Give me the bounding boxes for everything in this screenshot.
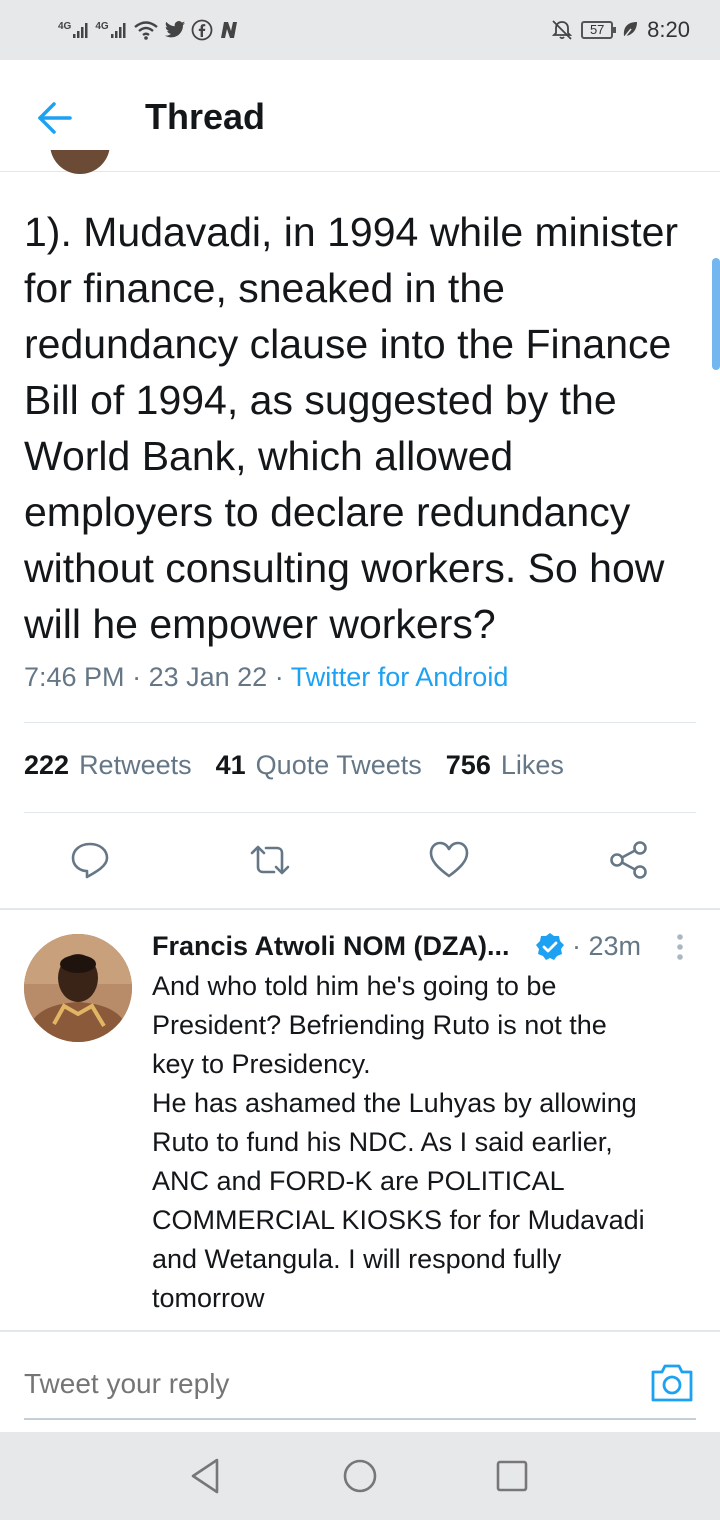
avatar-photo <box>24 934 132 1042</box>
battery-level: 57 <box>589 22 605 37</box>
meta-separator-2: · <box>274 662 284 692</box>
reply-text: And who told him he's going to be Presid… <box>152 967 702 1318</box>
status-bar: 4G 4G 57 8:20 <box>0 0 720 60</box>
reply-text-line: tomorrow <box>152 1283 265 1313</box>
reply-text-line: And who told him he's going to be <box>152 971 557 1001</box>
divider <box>24 722 696 723</box>
tweet-stats: 222 Retweets 41 Quote Tweets 756 Likes <box>24 750 564 781</box>
verified-badge-icon <box>536 933 564 960</box>
network-type-label-2: 4G <box>95 21 109 32</box>
section-divider <box>0 908 720 910</box>
nav-home-button[interactable] <box>338 1454 382 1498</box>
reply-input[interactable] <box>24 1362 624 1406</box>
retweet-button[interactable] <box>240 830 300 890</box>
reply-text-line: He has ashamed the Luhyas by allowing <box>152 1088 637 1118</box>
tweet-date: 23 Jan 22 <box>148 662 268 692</box>
reply-button[interactable] <box>60 830 120 890</box>
battery-icon: 57 <box>581 21 617 39</box>
likes-stat[interactable]: 756 Likes <box>446 750 564 781</box>
reply-text-line: COMMERCIAL KIOSKS for for Mudavadi <box>152 1205 645 1235</box>
retweets-label: Retweets <box>79 750 192 780</box>
share-icon <box>610 841 647 879</box>
back-button[interactable] <box>32 96 80 140</box>
more-vertical-icon <box>677 934 683 960</box>
clock: 8:20 <box>647 17 690 42</box>
reply-text-line: President? Befriending Ruto is not the <box>152 1010 607 1040</box>
retweet-icon <box>250 845 290 875</box>
n-app-icon <box>220 22 237 38</box>
likes-count: 756 <box>445 750 491 780</box>
reply-text-line: Ruto to fund his NDC. As I said earlier, <box>152 1127 613 1157</box>
meta-separator: · <box>132 662 142 692</box>
quote-tweets-count: 41 <box>215 750 246 780</box>
quote-tweets-stat[interactable]: 41 Quote Tweets <box>216 750 422 781</box>
reply-text-line: and Wetangula. I will respond fully <box>152 1244 562 1274</box>
wifi-icon <box>133 21 158 40</box>
nav-back-icon <box>191 1458 219 1494</box>
retweets-stat[interactable]: 222 Retweets <box>24 750 192 781</box>
nav-home-icon <box>343 1459 377 1493</box>
reply-more-button[interactable] <box>668 932 692 962</box>
signal-strength-icon: 4G <box>58 21 90 39</box>
tweet-time: 7:46 PM <box>24 662 125 692</box>
status-left-icons: 4G 4G <box>58 16 240 44</box>
tweet-metadata: 7:46 PM · 23 Jan 22 · Twitter for Androi… <box>24 662 508 693</box>
composer-underline <box>24 1418 696 1420</box>
reply-author-avatar[interactable] <box>24 934 132 1042</box>
mute-icon <box>551 20 573 40</box>
facebook-icon <box>191 19 213 41</box>
page-title: Thread <box>145 96 266 137</box>
nav-back-button[interactable] <box>183 1454 227 1498</box>
status-right-icons: 57 8:20 <box>551 14 690 46</box>
divider <box>24 812 696 813</box>
system-nav-bar <box>0 1432 720 1520</box>
composer-divider <box>0 1330 720 1332</box>
like-button[interactable] <box>419 830 479 890</box>
network-type-label: 4G <box>58 21 72 32</box>
share-button[interactable] <box>599 830 659 890</box>
nav-recents-icon <box>496 1460 528 1492</box>
tweet-actions <box>0 830 720 892</box>
tweet-text: 1). Mudavadi, in 1994 while minister for… <box>24 209 679 647</box>
reply-text-line: ANC and FORD-K are POLITICAL <box>152 1166 565 1196</box>
like-icon <box>429 841 469 878</box>
signal-strength-icon-2: 4G <box>95 21 127 39</box>
likes-label: Likes <box>500 750 564 780</box>
scrollbar[interactable] <box>712 258 720 370</box>
reply-text-line: key to Presidency. <box>152 1049 371 1079</box>
tweet-source-link[interactable]: Twitter for Android <box>291 662 509 692</box>
reply-author-name[interactable]: Francis Atwoli NOM (DZA)... <box>152 931 510 962</box>
camera-button[interactable] <box>648 1358 696 1406</box>
reply-timestamp: · 23m <box>572 931 642 961</box>
twitter-icon <box>164 21 185 38</box>
reply-icon <box>71 842 109 879</box>
camera-icon <box>651 1364 693 1402</box>
leaf-icon <box>622 22 638 40</box>
quote-tweets-label: Quote Tweets <box>255 750 422 780</box>
back-arrow-icon <box>38 102 72 134</box>
nav-recents-button[interactable] <box>490 1454 534 1498</box>
retweets-count: 222 <box>24 750 70 780</box>
